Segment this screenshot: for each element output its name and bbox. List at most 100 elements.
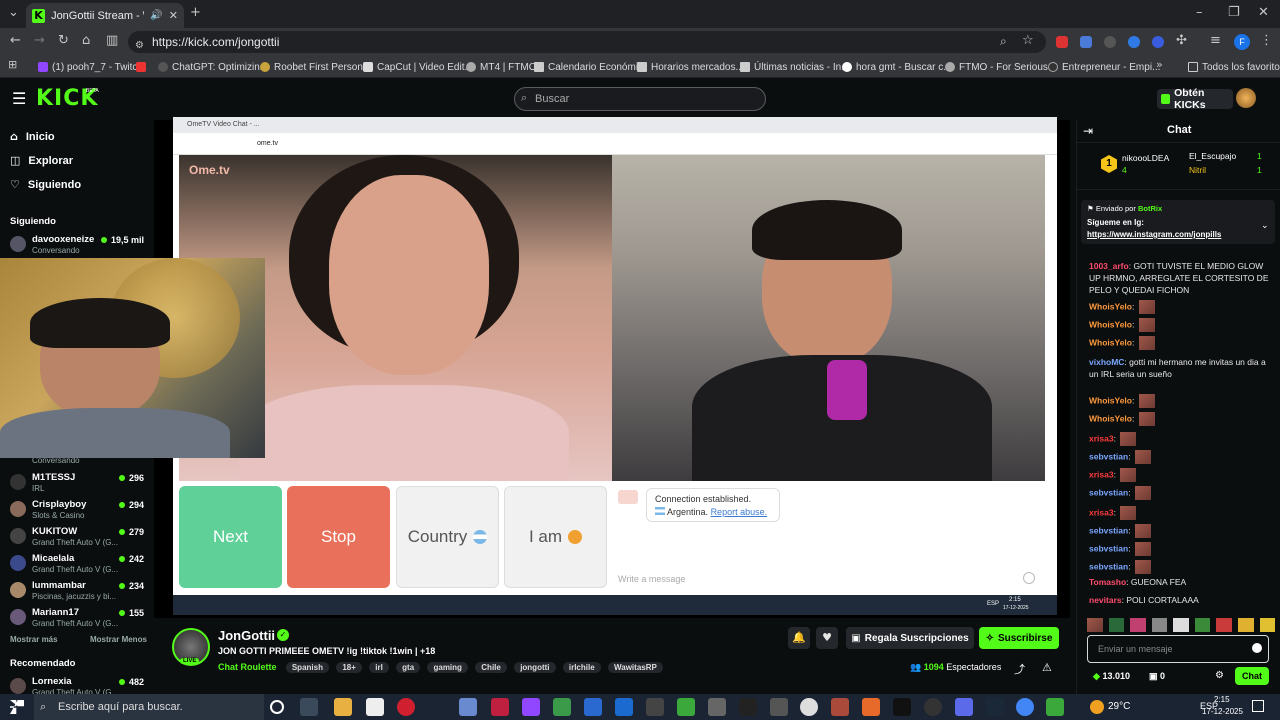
profile-avatar[interactable]: F [1234, 34, 1250, 50]
following-channel[interactable]: KUKITOW Grand Theft Auto V (G... 279 [10, 524, 146, 552]
emote-icon[interactable] [1173, 618, 1189, 632]
bookmark-item[interactable]: Entrepreneur - Empi... [1048, 59, 1160, 75]
bookmark-item[interactable]: (1) pooh7_7 - Twitch [38, 59, 143, 75]
settings-icon[interactable] [800, 698, 818, 716]
emote-icon[interactable] [1130, 618, 1146, 632]
tag[interactable]: Chile [475, 662, 507, 673]
app-icon[interactable] [1046, 698, 1064, 716]
reload-icon[interactable]: ↻ [58, 33, 69, 48]
kicks-balance[interactable]: ◆ 13.010 [1093, 671, 1130, 682]
tag[interactable]: jongotti [514, 662, 556, 673]
chat-username[interactable]: vixhoMC [1089, 357, 1124, 367]
channel-name[interactable]: JonGottii [218, 628, 275, 643]
app-icon[interactable] [924, 698, 942, 716]
pinned-link[interactable]: https://www.instagram.com/jonpills [1087, 230, 1221, 239]
chat-username[interactable]: WhoisYelo [1089, 395, 1132, 405]
pinned-message[interactable]: ⚑ Enviado por BotRix Sígueme en Ig: http… [1081, 200, 1275, 244]
emote-icon[interactable] [1151, 618, 1168, 632]
chat-username[interactable]: WhoisYelo [1089, 337, 1132, 347]
cortana-icon[interactable] [270, 700, 284, 714]
back-icon[interactable]: ← [10, 33, 21, 48]
chat-input[interactable]: Enviar un mensaje [1087, 635, 1269, 663]
close-window-icon[interactable]: ✕ [1258, 5, 1269, 20]
emote-icon[interactable] [1108, 618, 1125, 632]
extension-icon[interactable] [1128, 36, 1140, 48]
settings-gear-icon[interactable]: ⚙ [1215, 670, 1224, 681]
minecraft-icon[interactable] [677, 698, 695, 716]
bookmark-item[interactable]: MT4 | FTMO [466, 59, 536, 75]
ome-stop-button[interactable]: Stop [287, 486, 390, 588]
tag[interactable]: Spanish [285, 662, 329, 673]
ome-next-button[interactable]: Next [179, 486, 282, 588]
tab-search-icon[interactable]: ⌄ [8, 5, 19, 20]
clock-date[interactable]: 17-12-2025 [1202, 707, 1243, 716]
send-chat-button[interactable]: Chat [1235, 667, 1269, 685]
app-icon[interactable] [739, 698, 757, 716]
following-channel[interactable]: M1TESSJ IRL 296 [10, 470, 146, 498]
app-icon[interactable] [553, 698, 571, 716]
nav-explore[interactable]: ◫ Explorar [10, 154, 73, 167]
chat-username[interactable]: WhoisYelo [1089, 319, 1132, 329]
tab-close-icon[interactable]: ✕ [169, 9, 178, 22]
extension-icon[interactable] [1104, 36, 1116, 48]
hamburger-menu-icon[interactable]: ☰ [12, 89, 26, 108]
chat-username[interactable]: xrisa3 [1089, 507, 1114, 517]
task-view-icon[interactable] [300, 698, 318, 716]
bookmark-item[interactable]: hora gmt - Buscar c... [842, 59, 952, 75]
chevron-down-icon[interactable]: ⌄ [1261, 220, 1269, 231]
side-panel-icon[interactable]: ▥ [106, 33, 118, 48]
tag[interactable]: 18+ [336, 662, 362, 673]
app-icon[interactable] [831, 698, 849, 716]
chat-username[interactable]: 1003_arfo [1089, 261, 1129, 271]
tag[interactable]: irlchile [562, 662, 601, 673]
user-avatar[interactable] [1236, 88, 1256, 108]
search-input[interactable]: ⌕ Buscar [514, 87, 766, 111]
menu-kebab-icon[interactable]: ⋮ [1260, 33, 1273, 48]
home-icon[interactable]: ⌂ [82, 33, 90, 48]
all-bookmarks-folder[interactable]: Todos los favoritos [1188, 59, 1280, 75]
notepad-icon[interactable] [366, 698, 384, 716]
file-explorer-icon[interactable] [334, 698, 352, 716]
browser-tab-active[interactable]: K JonGottii Stream - Watch L 🔊 ✕ [26, 3, 184, 28]
bell-icon[interactable]: 🔔 [788, 627, 810, 649]
chat-username[interactable]: sebvstian [1089, 561, 1128, 571]
share-icon[interactable]: ⤴ [1014, 661, 1025, 677]
nav-following[interactable]: ♡ Siguiendo [10, 178, 81, 191]
app-icon[interactable] [862, 698, 880, 716]
site-info-icon[interactable]: ⚙ [135, 35, 144, 57]
taskbar-search[interactable]: ⌕ Escribe aquí para buscar. [34, 694, 264, 720]
emote-icon[interactable] [1194, 618, 1211, 632]
minimize-icon[interactable]: – [1196, 5, 1203, 20]
bookmark-item[interactable]: CapCut | Video Edit... [363, 59, 473, 75]
following-channel[interactable]: davooxeneize Conversando 19,5 mil [10, 232, 146, 260]
chat-username[interactable]: sebvstian [1089, 543, 1128, 553]
twitch-icon[interactable] [522, 698, 540, 716]
opera-icon[interactable] [397, 698, 415, 716]
chat-username[interactable]: xrisa3 [1089, 433, 1114, 443]
bookmark-item[interactable]: Horarios mercados... [637, 59, 744, 75]
more-bookmarks-icon[interactable]: » [1156, 58, 1163, 71]
category-link[interactable]: Chat Roulette [218, 662, 277, 672]
show-less-button[interactable]: Mostrar Menos [90, 635, 147, 644]
heart-icon[interactable]: ♥ [816, 627, 838, 649]
windows-start-icon[interactable] [10, 700, 24, 714]
tag[interactable]: irl [369, 662, 389, 673]
forward-icon[interactable]: → [34, 33, 45, 48]
notifications-icon[interactable] [1252, 700, 1264, 712]
extensions-puzzle-icon[interactable]: ✣ [1176, 33, 1187, 48]
app-icon[interactable] [708, 698, 726, 716]
report-icon[interactable]: ⚠ [1042, 661, 1052, 674]
tag[interactable]: WawitasRP [608, 662, 663, 673]
extension-icon[interactable] [1152, 36, 1164, 48]
bookmark-item[interactable]: Calendario Económi... [534, 59, 646, 75]
app-icon[interactable] [770, 698, 788, 716]
chat-username[interactable]: WhoisYelo [1089, 301, 1132, 311]
translate-extension-icon[interactable] [1080, 36, 1092, 48]
gift-subs-button[interactable]: ▣ Regala Suscripciones [846, 627, 974, 649]
emoji-picker-icon[interactable] [1252, 643, 1262, 653]
emote-icon[interactable] [1237, 618, 1254, 632]
chat-username[interactable]: xrisa3 [1089, 469, 1114, 479]
chrome-icon[interactable] [1016, 698, 1034, 716]
tiktok-icon[interactable] [893, 698, 911, 716]
apps-grid-icon[interactable]: ⊞ [8, 58, 17, 71]
